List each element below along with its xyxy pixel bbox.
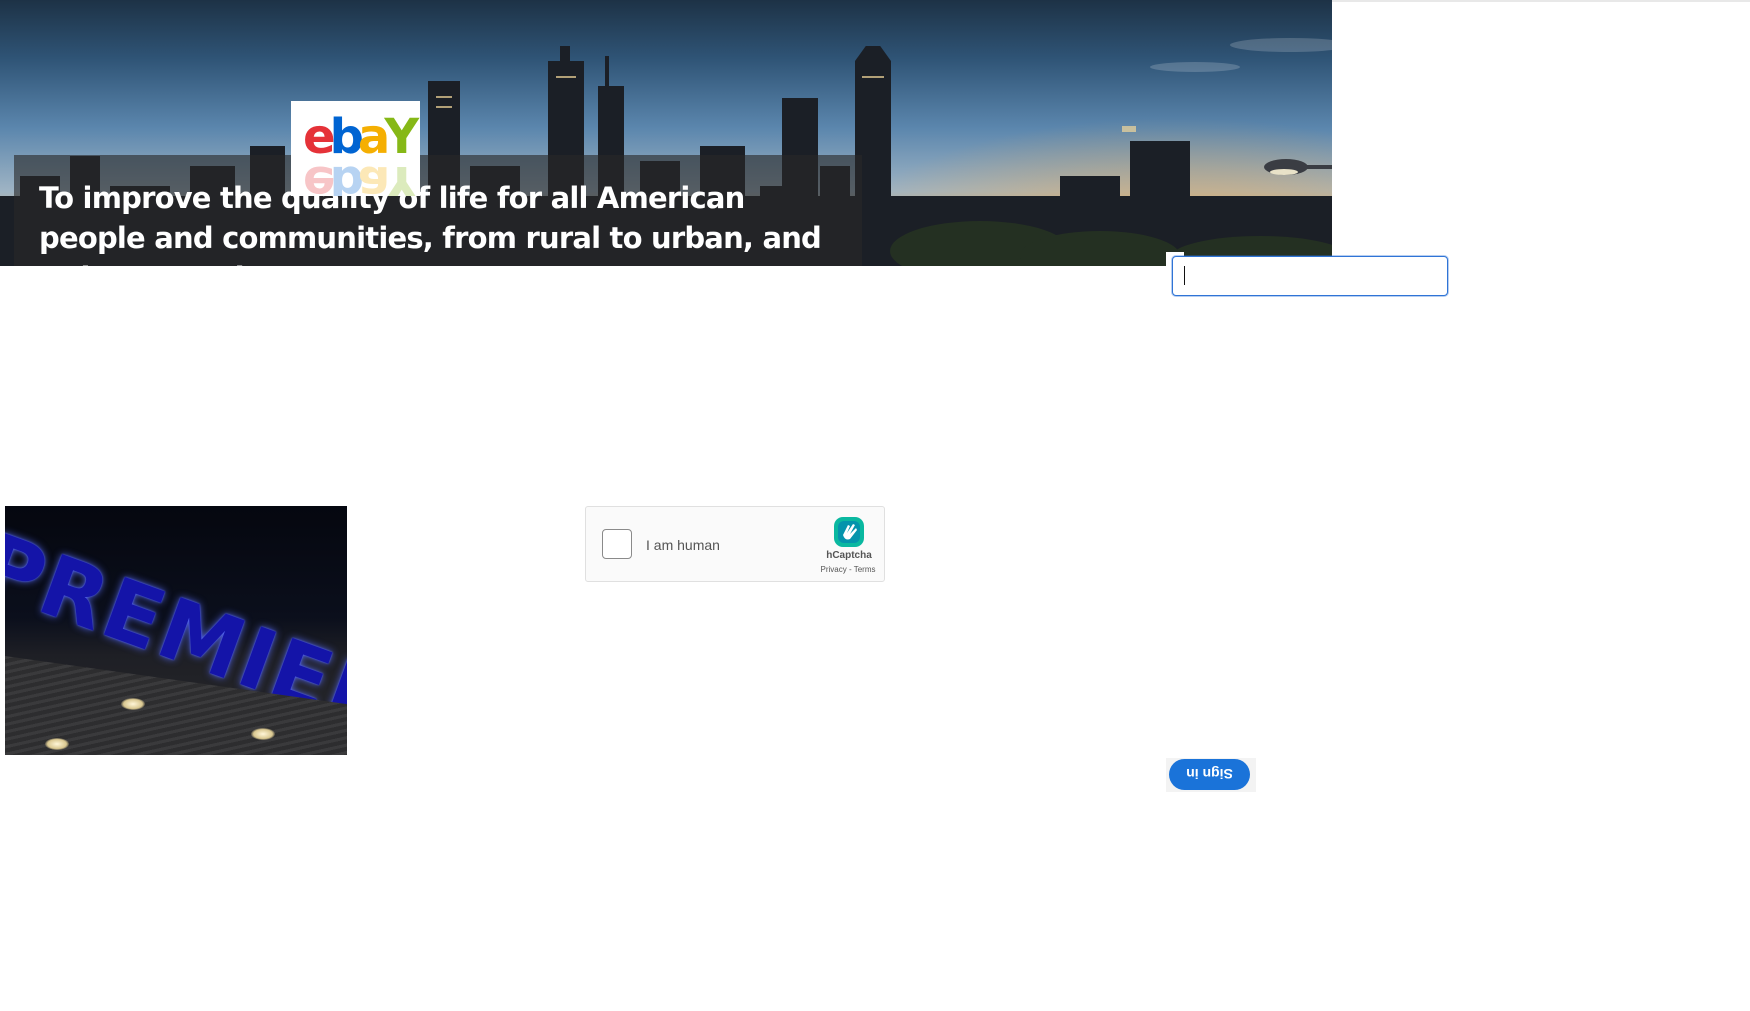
captcha-brand: hCaptcha — [826, 550, 872, 561]
captcha-links: Privacy - Terms — [820, 565, 876, 574]
top-divider — [1332, 0, 1750, 2]
mission-statement: To improve the quality of life for all A… — [39, 181, 822, 266]
ebay-wordmark-reflection: ebaY — [303, 155, 414, 196]
terms-link[interactable]: Terms — [854, 565, 876, 574]
ebay-wordmark: ebaY — [303, 109, 419, 165]
captcha-checkbox[interactable] — [602, 529, 632, 559]
hcaptcha-icon — [834, 517, 864, 547]
sign-in-button[interactable]: Sign in — [1169, 759, 1250, 790]
privacy-link[interactable]: Privacy — [821, 565, 847, 574]
ceiling-light — [45, 738, 69, 750]
hcaptcha-widget: I am human hCaptcha Privacy - Terms — [585, 506, 885, 582]
ceiling-light — [121, 698, 145, 710]
ceiling-light — [251, 728, 275, 740]
street-lamp — [1264, 159, 1332, 175]
text-input[interactable] — [1172, 256, 1448, 296]
premier-sign-image: PREMIER — [5, 506, 347, 755]
hero-banner: To improve the quality of life for all A… — [0, 0, 1332, 266]
text-cursor — [1184, 266, 1185, 285]
captcha-label: I am human — [646, 537, 720, 553]
ebay-logo[interactable]: ebaY ebaY — [291, 101, 420, 196]
